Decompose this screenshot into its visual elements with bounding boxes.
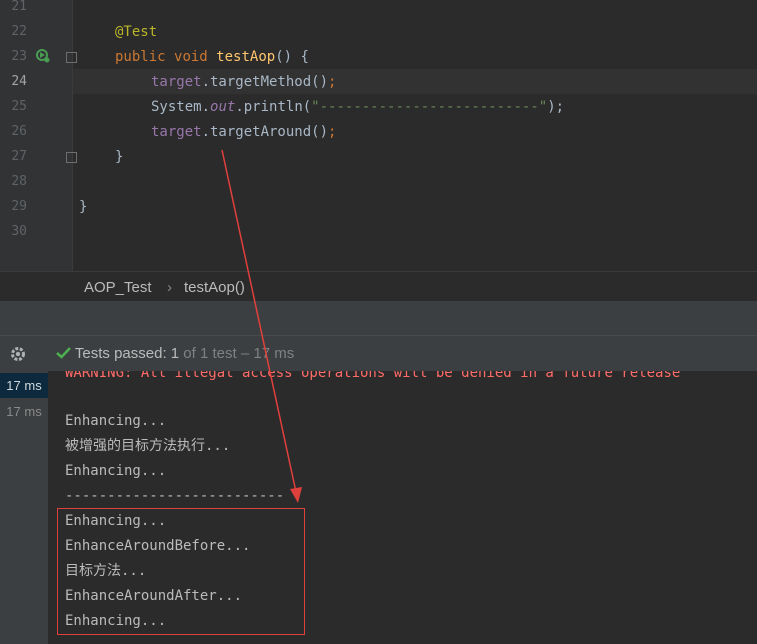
console-line: Enhancing... [65, 463, 167, 479]
line-number: 27 [11, 149, 27, 164]
run-toolbar: Tests passed: 1 of 1 test – 17 ms [0, 335, 757, 372]
line-number: 29 [11, 199, 27, 214]
test-tree-item[interactable]: 17 ms [0, 373, 48, 398]
code-line-22: @Test [115, 24, 158, 40]
line-number: 30 [11, 224, 27, 239]
code-line-29: } [79, 199, 88, 215]
code-line-25: System.out.println("--------------------… [151, 99, 565, 115]
line-number: 28 [11, 174, 27, 189]
line-number: 22 [11, 24, 27, 39]
editor-gutter: 21 22 23 24 25 26 27 28 29 30 [0, 0, 77, 271]
code-editor[interactable]: 21 22 23 24 25 26 27 28 29 30 @Test publ… [0, 0, 757, 271]
line-number: 26 [11, 124, 27, 139]
breadcrumb-method[interactable]: testAop() [184, 279, 245, 296]
breadcrumb-separator: › [167, 279, 172, 296]
tests-status: Tests passed: 1 of 1 test – 17 ms [56, 345, 294, 362]
code-line-27: } [115, 149, 124, 165]
run-test-icon[interactable] [36, 49, 50, 63]
console-line: 被增强的目标方法执行... [65, 438, 231, 454]
console-line-warning: WARNING: All illegal access operations w… [65, 371, 681, 381]
test-tree-item[interactable]: 17 ms [0, 399, 48, 424]
fold-marker-icon[interactable] [66, 152, 77, 163]
breadcrumb-class[interactable]: AOP_Test [84, 279, 152, 296]
highlight-box [57, 508, 305, 635]
test-tree: 17 ms 17 ms [0, 371, 49, 644]
code-line-23: public void testAop() { [115, 49, 309, 65]
console-line: Enhancing... [65, 413, 167, 429]
gear-icon[interactable] [9, 345, 27, 363]
code-line-24: target.targetMethod(); [151, 74, 337, 90]
line-number: 23 [11, 49, 27, 64]
line-number-current: 24 [11, 74, 27, 89]
panel-divider [0, 301, 757, 335]
line-number: 25 [11, 99, 27, 114]
line-number: 21 [11, 0, 27, 14]
fold-marker-icon[interactable] [66, 52, 77, 63]
code-line-26: target.targetAround(); [151, 124, 337, 140]
console-line: -------------------------- [65, 488, 285, 504]
breadcrumb: AOP_Test › testAop() [0, 271, 757, 302]
check-icon [56, 347, 71, 359]
